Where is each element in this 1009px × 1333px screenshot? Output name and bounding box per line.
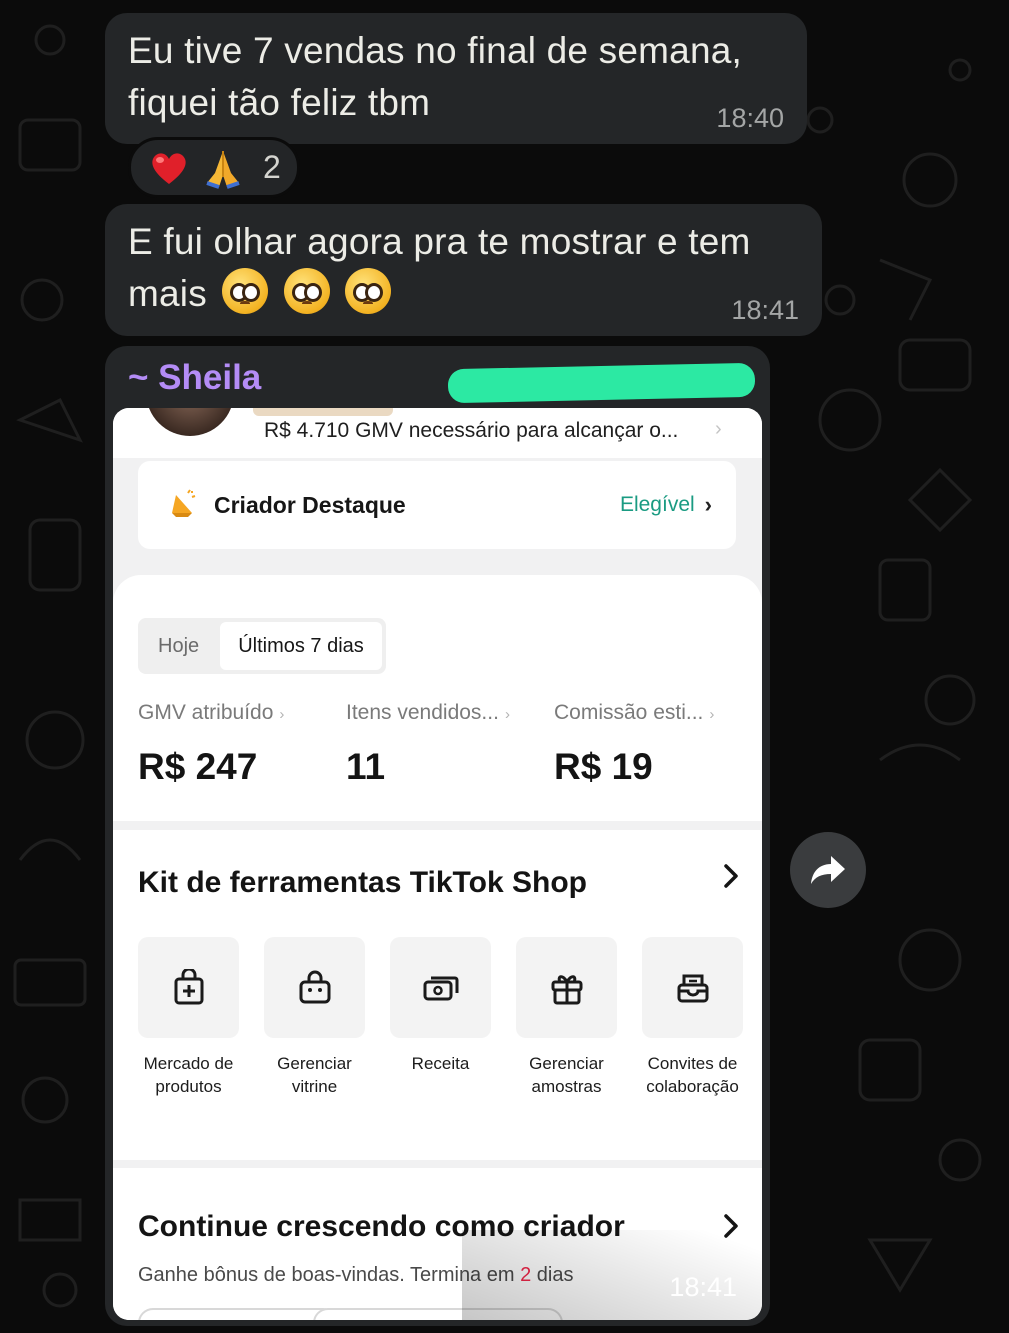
tool-label: vitrine [291,1077,338,1096]
featured-title: Criador Destaque [214,491,406,518]
bonus-card-edge [138,1308,338,1320]
pleading-face-emoji-icon [283,268,330,314]
message-text-line: Eu tive 7 vendas no final de semana, [128,30,742,71]
eligible-status: Elegível [619,493,695,516]
avatar [146,408,234,436]
tool-manage-samples[interactable]: Gerenciar amostras [516,937,617,1098]
chevron-right-icon[interactable] [722,862,740,890]
metric-gmv[interactable]: GMV atribuído › R$ 247 [138,699,284,789]
chevron-right-icon: › [709,706,715,723]
message-text-line: fiquei tão feliz tbm [128,82,431,123]
reaction-count: 2 [263,149,281,185]
metric-value: 11 [346,746,386,787]
sender-name[interactable]: ~ Sheila [128,356,261,400]
tool-collab-invites[interactable]: Convites de colaboração [642,937,743,1098]
inbox-icon [677,974,708,1002]
tool-label: Convites de [647,1054,738,1073]
metric-label: Itens vendidos... [346,701,499,724]
metric-commission[interactable]: Comissão esti... › R$ 19 [554,699,714,789]
message-time: 18:40 [716,103,784,133]
message-time: 18:41 [731,295,799,325]
metric-value: R$ 19 [554,746,653,787]
tool-label: Mercado de [143,1054,234,1073]
image-message-bubble[interactable]: ~ Sheila R$ 4.710 GMV necessário para al… [105,346,770,1326]
tool-label: colaboração [646,1077,739,1096]
tool-label: amostras [531,1077,602,1096]
gmv-header: R$ 4.710 GMV necessário para alcançar o.… [113,408,762,458]
reactions-pill[interactable]: 2 [128,137,300,198]
redaction-mark [447,362,756,404]
progress-bar [253,408,393,416]
metric-label: GMV atribuído [138,701,274,724]
tool-revenue[interactable]: Receita [390,937,491,1075]
pleading-face-emoji-icon [222,268,269,314]
folded-hands-icon [206,150,240,189]
tool-label: produtos [155,1077,222,1096]
chevron-right-icon: › [279,706,285,723]
gift-icon [551,974,582,1004]
tab-last-7-days[interactable]: Últimos 7 dias [220,622,382,670]
tab-today[interactable]: Hoje [158,618,199,674]
forward-arrow-icon [811,856,845,884]
period-tabs: Hoje Últimos 7 dias [138,618,386,674]
pleading-face-emoji-icon [345,268,392,314]
performance-panel: Hoje Últimos 7 dias GMV atribuído › R$ 24… [113,575,762,821]
cash-icon [423,976,458,1000]
metric-label: Comissão esti... [554,701,704,724]
tool-product-marketplace[interactable]: Mercado de produtos [138,937,239,1098]
forward-button[interactable] [790,832,866,908]
tool-manage-showcase[interactable]: Gerenciar vitrine [264,937,365,1098]
shared-screenshot[interactable]: R$ 4.710 GMV necessário para alcançar o.… [113,408,762,1320]
tool-label: Gerenciar [277,1054,352,1073]
shop-bag-icon [299,970,330,1003]
toolkit-title: Kit de ferramentas TikTok Shop [138,866,587,899]
message-bubble[interactable]: E fui olhar agora pra te mostrar e tem m… [105,204,822,336]
tool-label: Gerenciar [529,1054,604,1073]
tool-label: Receita [411,1054,470,1073]
toolkit-section: Kit de ferramentas TikTok Shop Mercado d… [113,830,762,1160]
metric-items-sold[interactable]: Itens vendidos... › 11 [346,699,510,789]
metric-value: R$ 247 [138,746,258,787]
message-text-line: E fui olhar agora pra te mostrar e tem [128,221,751,262]
red-heart-icon [152,152,186,184]
gmv-requirement-text: R$ 4.710 GMV necessário para alcançar o.… [264,419,679,442]
message-time: 18:41 [669,1272,737,1302]
megaphone-icon [172,489,196,517]
message-text-line: mais [128,268,798,320]
chevron-right-icon: › [504,706,510,723]
chevron-right-icon: › [704,492,712,517]
bag-plus-icon [174,968,203,1004]
chevron-right-icon: › [715,418,722,440]
message-bubble[interactable]: Eu tive 7 vendas no final de semana, fiq… [105,13,807,144]
featured-creator-row[interactable]: Criador Destaque Elegível › [138,461,736,549]
